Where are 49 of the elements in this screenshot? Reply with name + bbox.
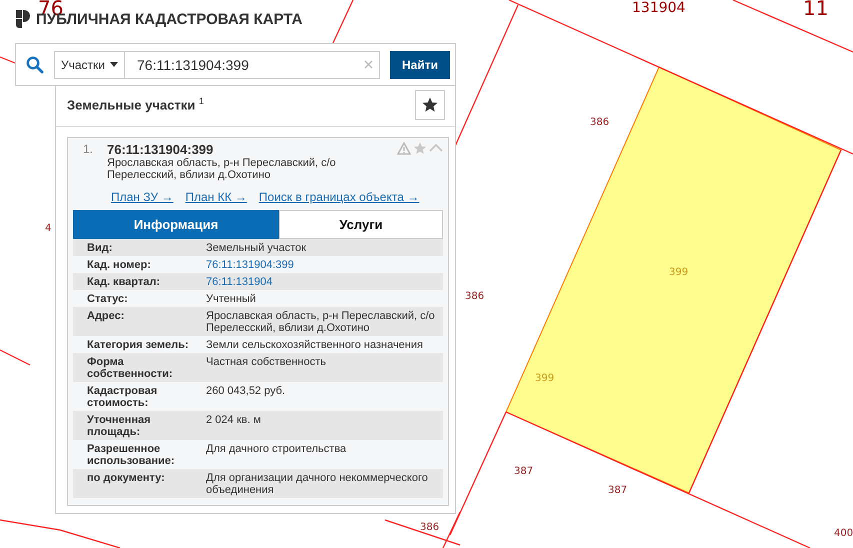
field-label: Форма собственности: [87,356,174,380]
field-label: Адрес: [87,310,126,324]
map-label: 399 [535,374,554,384]
field-label: Кад. номер: [87,259,152,271]
field-value: 260 043,52 руб. [206,385,286,399]
field-label: Разрешенное использование: [87,443,176,467]
tab[interactable]: Информация [73,210,279,239]
field-link[interactable]: 76:11:131904 [206,276,436,288]
field-value: Для дачного строительства [206,443,348,457]
field-value: 2 024 кв. м [206,414,262,428]
field-label: Категория земель: [87,339,190,351]
field-value: Для организации дачного некоммерческого объединения [206,472,429,496]
field-value: Учтенный [206,293,257,305]
link[interactable]: План КК → [185,190,247,204]
link[interactable]: Поиск в границах объекта → [258,190,420,204]
field-label: Статус: [87,293,129,305]
find-button[interactable]: Найти [390,50,450,78]
section-title: Земельные участки $^{1}$ [67,96,204,112]
map-label: 131904 [632,1,686,15]
star-icon [422,97,438,113]
map-label: 399 [669,268,688,278]
field-link[interactable]: 76:11:131904:399 [206,259,436,271]
field-value: Земельный участок [206,242,308,254]
map-label: 386 [420,523,440,533]
map-label: 4 [45,224,52,234]
tab[interactable]: Услуги [279,210,443,239]
link[interactable]: План ЗУ → [111,190,174,204]
field-label: Кадастровая стоимость: [87,385,158,409]
cadastral-number: 76:11:131904:399 [107,142,214,157]
field-value: Частная собственность [206,356,328,370]
field-label: по документу: [87,472,166,486]
map-label: 386 [590,118,610,128]
map-label: 386 [465,292,484,302]
field-label: Кад. квартал: [87,276,162,288]
star-icon[interactable] [413,142,427,155]
field-value: Ярославская область, р-н Переславский, с/о Перелесский, вблизи д.Охотино [206,310,436,334]
field-label: Вид: [87,242,114,254]
logo-icon [16,10,30,28]
map-label: 11 [803,0,828,18]
warning-icon[interactable] [397,142,411,155]
favorites-button[interactable] [415,90,445,120]
field-label: Уточненная площадь: [87,414,152,438]
result-address: Ярославская область, р-н Переславский, с/о Перелесский, вблизи д.Охотино [107,157,337,181]
result-number: 1. [83,142,94,158]
map-label: 400 [834,529,853,539]
map-label: 387 [514,467,534,477]
map-label: 387 [608,486,628,496]
search-icon[interactable] [26,56,44,74]
field-value: Земли сельскохозяйственного назначения [206,339,424,351]
